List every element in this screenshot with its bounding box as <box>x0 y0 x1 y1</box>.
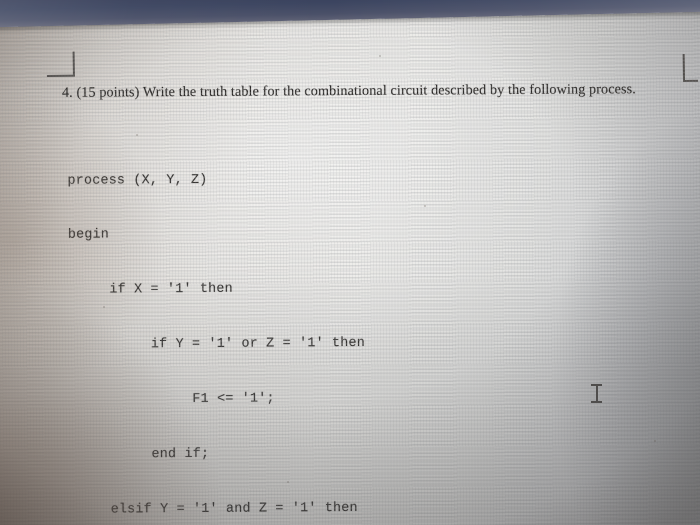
code-line: if Y = '1' or Z = '1' then <box>68 336 366 353</box>
crop-mark-top-left-icon <box>46 51 77 78</box>
crop-mark-top-right-icon <box>680 53 699 83</box>
code-line: F1 <= '1'; <box>68 391 275 408</box>
document-page: 4. (15 points) Write the truth table for… <box>0 0 700 525</box>
code-line: process (X, Y, Z) <box>67 172 208 189</box>
photographed-screen: 4. (15 points) Write the truth table for… <box>0 0 700 525</box>
code-line: if X = '1' then <box>68 282 233 299</box>
code-line: begin <box>67 227 110 244</box>
vhdl-code-block: process (X, Y, Z) begin if X = '1' then … <box>67 134 368 525</box>
code-line: end if; <box>69 446 210 463</box>
code-line: elsif Y = '1' and Z = '1' then <box>69 500 358 518</box>
question-text: 4. (15 points) Write the truth table for… <box>61 81 636 101</box>
